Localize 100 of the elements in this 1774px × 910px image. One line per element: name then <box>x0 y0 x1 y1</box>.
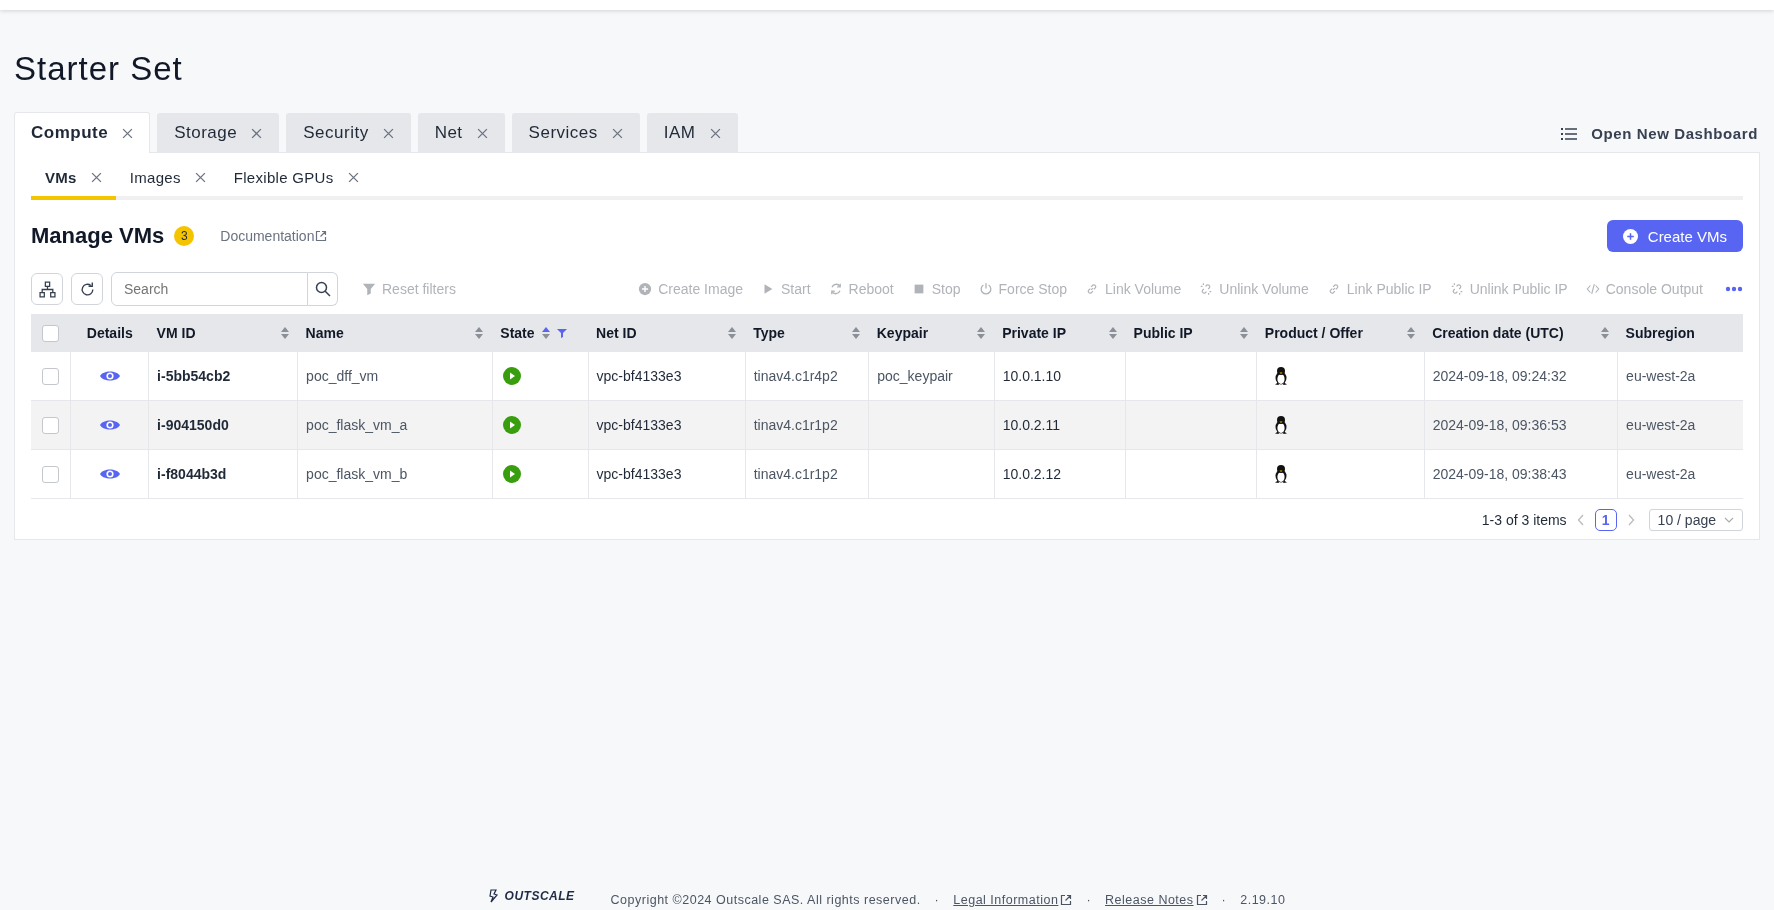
search-icon <box>314 281 331 297</box>
create-vms-button[interactable]: Create VMs <box>1606 220 1743 252</box>
open-dashboard-button[interactable]: Open New Dashboard <box>1561 125 1760 152</box>
search-button[interactable] <box>308 272 338 306</box>
logo-text: OUTSCALE <box>504 889 575 903</box>
row-checkbox[interactable] <box>42 465 60 483</box>
table-cell: poc_flask_vm_a <box>306 417 408 433</box>
row-checkbox[interactable] <box>42 367 60 385</box>
broken-link-icon <box>1449 282 1464 296</box>
external-link-icon <box>315 230 328 242</box>
footer-link[interactable]: Legal Information <box>953 893 1073 907</box>
sort-icon[interactable] <box>1406 326 1417 340</box>
hierarchy-button[interactable] <box>31 273 63 305</box>
table-cell: i-904150d0 <box>157 417 229 433</box>
count-badge: 3 <box>174 226 195 246</box>
table-cell: eu-west-2a <box>1626 368 1696 384</box>
tab[interactable]: Net <box>417 113 505 152</box>
eye-icon[interactable] <box>99 418 120 432</box>
column-header: Net ID <box>596 325 637 341</box>
table-cell: poc_dff_vm <box>306 368 379 384</box>
filter-icon[interactable] <box>556 328 567 338</box>
tab[interactable]: IAM <box>646 113 738 152</box>
close-icon[interactable] <box>194 172 206 183</box>
more-icon[interactable] <box>1725 286 1743 292</box>
separator-dot: · <box>1221 893 1227 907</box>
filter-icon <box>362 282 376 296</box>
copyright-text: Copyright ©2024 Outscale SAS. All rights reserved. <box>610 893 921 907</box>
documentation-link[interactable]: Documentation <box>220 228 328 244</box>
close-icon[interactable] <box>382 127 394 139</box>
table-cell: tinav4.c1r4p2 <box>753 368 838 384</box>
code-icon <box>1585 282 1600 296</box>
penguin-icon <box>1273 366 1290 386</box>
items-summary: 1-3 of 3 items <box>1481 512 1567 528</box>
penguin-icon <box>1273 464 1290 484</box>
sort-icon[interactable] <box>976 326 987 340</box>
sort-icon[interactable] <box>850 326 861 340</box>
column-header: VM ID <box>156 325 196 341</box>
sort-icon[interactable] <box>474 326 485 340</box>
row-checkbox[interactable] <box>42 416 60 434</box>
chevron-down-icon <box>1724 517 1734 523</box>
section-title: Manage VMs <box>31 223 165 249</box>
tab[interactable]: Services <box>511 113 640 152</box>
search-field[interactable]: Search <box>111 272 308 306</box>
external-link-icon <box>1195 894 1208 906</box>
close-icon[interactable] <box>122 127 134 139</box>
tab[interactable]: Security <box>286 113 411 152</box>
column-header: Product / Offer <box>1264 325 1363 341</box>
chevron-right-icon[interactable] <box>1626 514 1635 526</box>
close-icon[interactable] <box>251 127 263 139</box>
table-cell: 10.0.2.11 <box>1002 417 1061 433</box>
table-cell: i-f8044b3d <box>157 466 227 482</box>
sort-icon[interactable] <box>1599 326 1610 340</box>
sort-icon[interactable] <box>1107 326 1118 340</box>
table-cell: i-5bb54cb2 <box>157 368 231 384</box>
eye-icon[interactable] <box>99 369 120 383</box>
footer-link[interactable]: Release Notes <box>1105 893 1208 907</box>
column-header: Name <box>305 325 344 341</box>
close-icon[interactable] <box>611 127 623 139</box>
table-cell: poc_keypair <box>877 368 953 384</box>
eye-icon[interactable] <box>99 467 120 481</box>
sort-icon[interactable] <box>727 326 738 340</box>
column-header: Subregion <box>1625 325 1695 341</box>
sort-icon[interactable] <box>1238 326 1249 340</box>
sort-icon[interactable] <box>540 326 551 340</box>
hierarchy-icon <box>38 280 56 298</box>
table-cell: eu-west-2a <box>1626 466 1696 482</box>
tab[interactable]: Compute <box>14 112 151 153</box>
subtab[interactable]: Flexible GPUs <box>219 161 373 200</box>
power-icon <box>978 282 993 296</box>
close-icon[interactable] <box>709 127 721 139</box>
sort-icon[interactable] <box>279 326 290 340</box>
page-size-select[interactable]: 10 / page <box>1648 509 1743 531</box>
page-title: Starter Set <box>14 50 184 88</box>
subtab[interactable]: VMs <box>31 161 116 200</box>
column-header: Type <box>753 325 785 341</box>
table-cell: tinav4.c1r1p2 <box>753 466 838 482</box>
select-all-checkbox[interactable] <box>42 324 60 342</box>
reload-icon <box>828 282 843 296</box>
version-text: 2.19.10 <box>1240 893 1286 907</box>
table-cell: 2024-09-18, 09:36:53 <box>1432 417 1567 433</box>
broken-link-icon <box>1199 282 1214 296</box>
column-header: Public IP <box>1133 325 1193 341</box>
table-cell: eu-west-2a <box>1626 417 1696 433</box>
separator-dot: · <box>1086 893 1092 907</box>
table-cell: vpc-bf4133e3 <box>596 466 682 482</box>
close-icon[interactable] <box>476 127 488 139</box>
plus-circle-icon <box>638 282 653 296</box>
penguin-icon <box>1273 415 1290 435</box>
subtab[interactable]: Images <box>115 161 220 200</box>
separator-dot: · <box>934 893 940 907</box>
tab[interactable]: Storage <box>157 113 280 152</box>
table-cell: tinav4.c1r1p2 <box>753 417 838 433</box>
list-icon <box>1561 126 1578 141</box>
close-icon[interactable] <box>90 172 102 183</box>
chevron-left-icon[interactable] <box>1576 514 1585 526</box>
page-button[interactable]: 1 <box>1594 509 1617 531</box>
refresh-button[interactable] <box>71 273 103 305</box>
table-cell: 10.0.2.12 <box>1002 466 1062 482</box>
close-icon[interactable] <box>347 172 359 183</box>
column-header: Keypair <box>876 325 929 341</box>
